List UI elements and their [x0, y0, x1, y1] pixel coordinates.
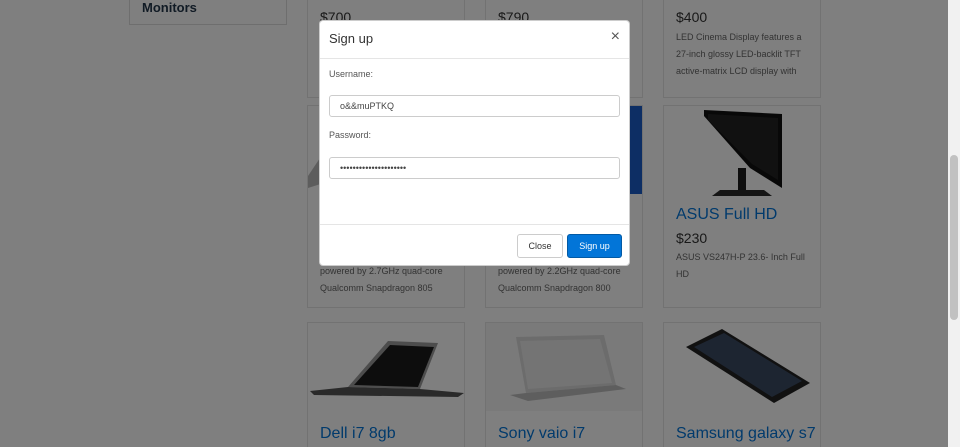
password-label: Password: [329, 130, 372, 140]
username-input[interactable] [329, 95, 620, 117]
password-input[interactable] [329, 157, 620, 179]
signup-button[interactable]: Sign up [567, 234, 622, 258]
close-button[interactable]: Close [517, 234, 563, 258]
dialog-header: Sign up × [320, 21, 629, 59]
close-icon[interactable]: × [611, 29, 620, 45]
page-scrollbar[interactable] [948, 0, 960, 447]
dialog-footer: Close Sign up [320, 224, 629, 268]
signup-dialog: Sign up × Username: Password: Close Sign… [319, 20, 630, 266]
dialog-title: Sign up [329, 31, 374, 46]
username-label: Username: [329, 69, 374, 79]
scrollbar-thumb[interactable] [950, 155, 958, 320]
